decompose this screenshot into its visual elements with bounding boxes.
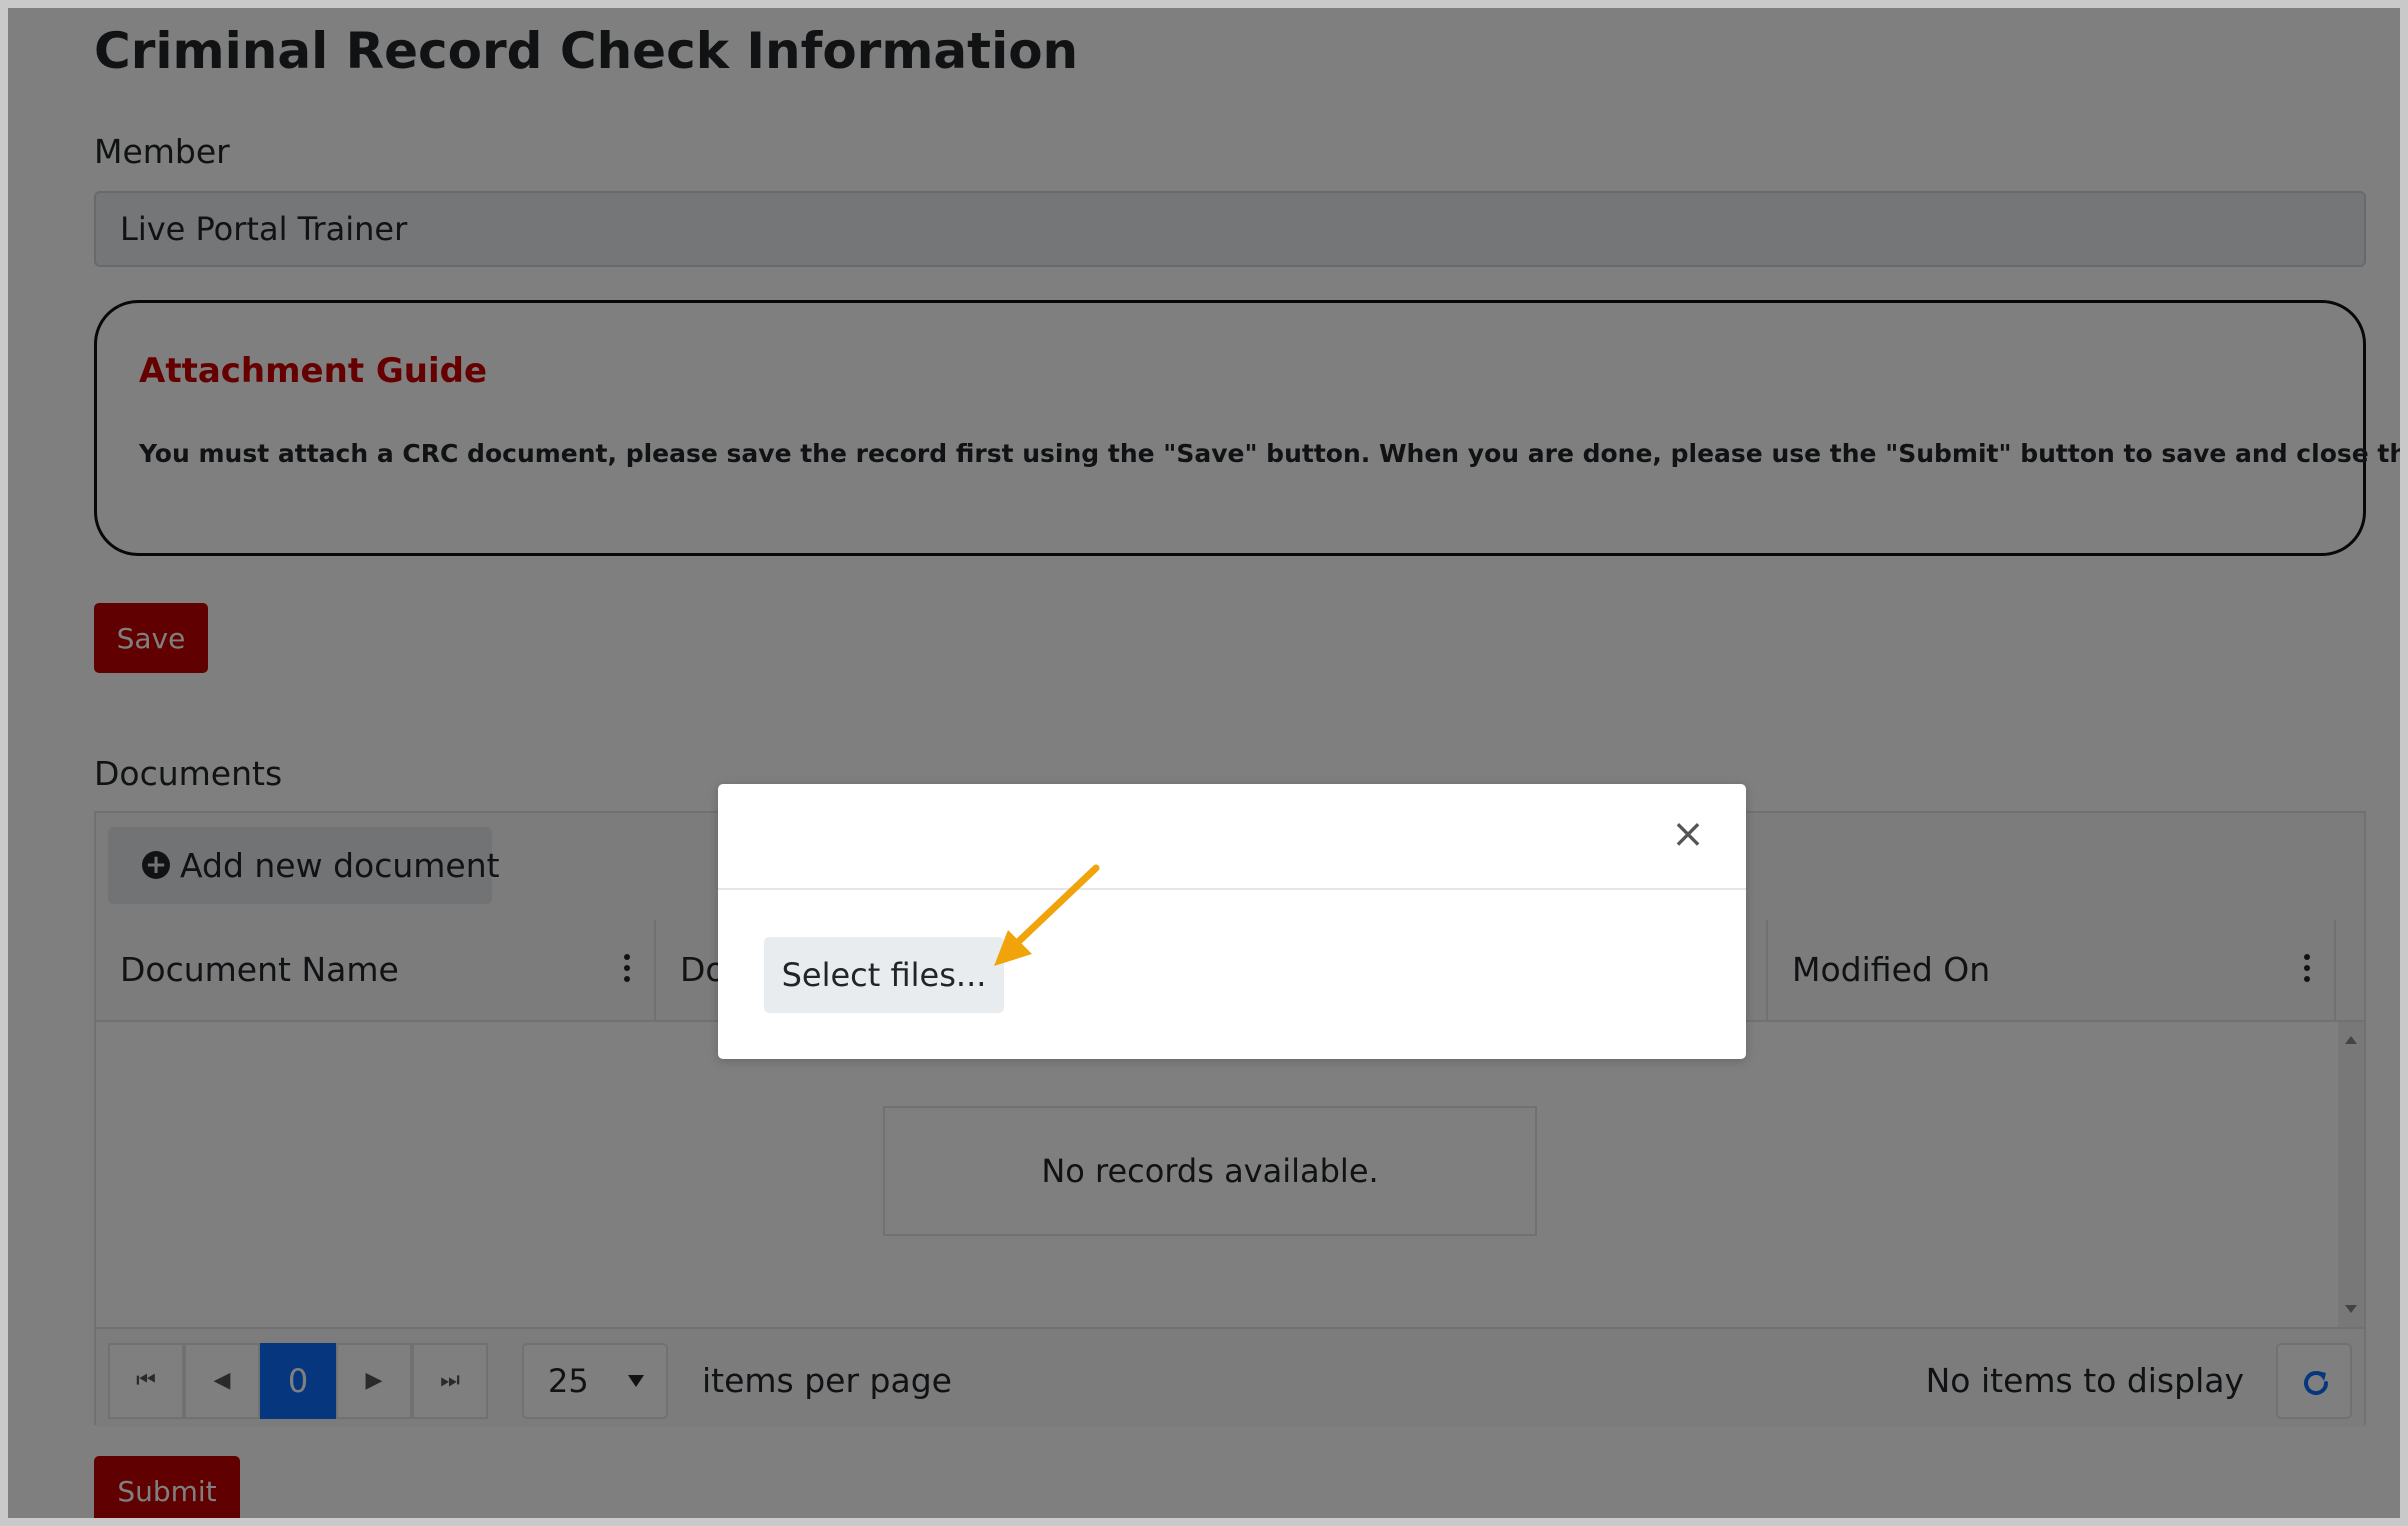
close-icon[interactable]: × xyxy=(1668,814,1708,854)
modal-backdrop[interactable] xyxy=(8,8,2400,1518)
app-frame: Criminal Record Check Information Member… xyxy=(0,0,2408,1526)
select-files-button[interactable]: Select files... xyxy=(764,937,1004,1013)
upload-dialog: × Select files... xyxy=(718,784,1746,1059)
upload-dialog-header: × xyxy=(718,784,1746,890)
pointer-arrow-icon xyxy=(994,864,1100,966)
